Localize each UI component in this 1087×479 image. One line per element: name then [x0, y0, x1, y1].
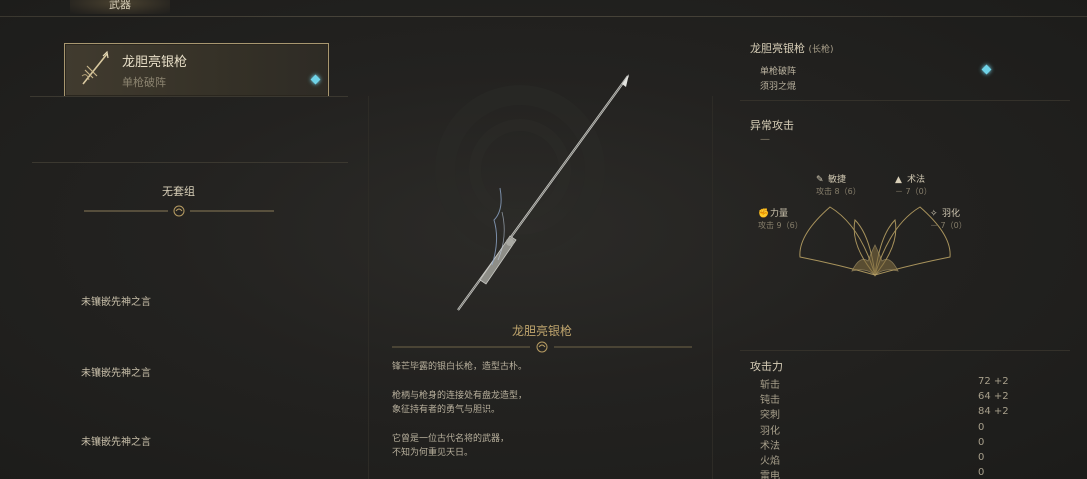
spear-icon [81, 50, 109, 85]
weapon-title: 龙胆亮银枪 [511, 324, 572, 338]
attack-stat-row: 羽化 0 [760, 422, 1010, 437]
stat-value: 0 [978, 437, 985, 448]
attr-feather: ✧ 羽化 － 7（0） [930, 206, 967, 231]
wing-icon: ✧ [930, 209, 938, 219]
attack-stat-row: 雷电 0 [760, 467, 1010, 479]
top-divider [0, 16, 1087, 17]
stat-name: 术法 [760, 441, 780, 452]
divider [740, 350, 1070, 351]
attack-stat-row: 术法 0 [760, 437, 1010, 452]
stat-name: 火焰 [760, 456, 780, 467]
slot-empty[interactable]: 未镶嵌先神之言 [81, 293, 151, 308]
attr-strength: ✊力量 攻击 9（6） [758, 206, 803, 231]
weapon-info-name: 龙胆亮银枪 [750, 42, 805, 55]
flame-icon: ▲ [895, 175, 902, 185]
description-line: 它曾是一位古代名将的武器， [392, 434, 510, 444]
set-title: 无套组 [162, 185, 195, 198]
stat-name: 雷电 [760, 471, 780, 479]
attr-sorcery: ▲ 术法 － 7（0） [895, 172, 932, 197]
attr-value: 攻击 9（6） [758, 221, 803, 230]
slot-empty[interactable]: 未镶嵌先神之言 [81, 364, 151, 379]
stat-value: 72 +2 [978, 376, 1009, 387]
divider [740, 100, 1070, 101]
divider [368, 96, 369, 479]
attr-label: 术法 [907, 175, 926, 185]
abnormal-attack-value: — [760, 134, 770, 145]
stat-value: 0 [978, 422, 985, 433]
slot-empty[interactable]: 未镶嵌先神之言 [81, 433, 151, 448]
feather-icon: ✎ [816, 175, 824, 185]
attr-value: － 7（0） [930, 221, 967, 230]
stat-name: 斩击 [760, 380, 780, 391]
skill-item[interactable]: 单枪破阵 [760, 64, 796, 77]
tab-weapons-label: 武器 [109, 0, 131, 11]
stat-value: 84 +2 [978, 406, 1009, 417]
ornament-divider [84, 205, 274, 217]
abnormal-attack-title: 异常攻击 [750, 119, 794, 132]
attack-power-title: 攻击力 [750, 360, 783, 373]
stat-name: 钝击 [760, 395, 780, 406]
weapon-card-selected[interactable]: 龙胆亮银枪 单枪破阵 [64, 43, 329, 97]
attack-stat-row: 突刺 84 +2 [760, 406, 1010, 421]
divider [32, 162, 348, 163]
attr-label: 敏捷 [828, 175, 847, 185]
description-line: 锋芒毕露的银白长枪，造型古朴。 [392, 362, 528, 372]
description-line: 象征持有者的勇气与胆识。 [392, 405, 501, 415]
weapon-skill: 单枪破阵 [122, 76, 166, 89]
attack-stat-row: 火焰 0 [760, 452, 1010, 467]
gem-icon [981, 64, 992, 75]
weapon-info-title: 龙胆亮银枪 (长枪) [750, 40, 834, 56]
stat-value: 0 [978, 467, 985, 478]
tab-weapons[interactable]: 武器 [70, 0, 170, 14]
fist-icon: ✊ [758, 209, 770, 219]
description-line: 枪柄与枪身的连接处有盘龙造型， [392, 391, 528, 401]
divider [712, 96, 713, 479]
description-line: 不知为何重见天日。 [392, 448, 474, 458]
stat-value: 0 [978, 452, 985, 463]
weapon-name: 龙胆亮银枪 [122, 55, 188, 70]
attr-value: 攻击 8（6） [816, 187, 861, 196]
divider [30, 96, 348, 97]
skill-item[interactable]: 须羽之焜 [760, 79, 796, 92]
stat-name: 羽化 [760, 426, 780, 437]
attack-stat-row: 斩击 72 +2 [760, 376, 1010, 391]
ornament-divider [392, 341, 692, 353]
attr-label: 羽化 [942, 209, 961, 219]
equipment-screen: 武器 龙胆亮银枪 单枪破阵 无套组 未镶嵌先神之言 未镶嵌先神之言 未镶嵌先神之… [0, 0, 1087, 479]
stat-value: 64 +2 [978, 391, 1009, 402]
weapon-artwork [435, 74, 629, 311]
attr-value: － 7（0） [895, 187, 932, 196]
attr-label: 力量 [770, 209, 789, 219]
weapon-type: (长枪) [808, 45, 834, 55]
attr-agility: ✎ 敏捷 攻击 8（6） [816, 172, 861, 197]
stat-name: 突刺 [760, 410, 780, 421]
gem-icon [310, 74, 321, 85]
attack-stat-row: 钝击 64 +2 [760, 391, 1010, 406]
